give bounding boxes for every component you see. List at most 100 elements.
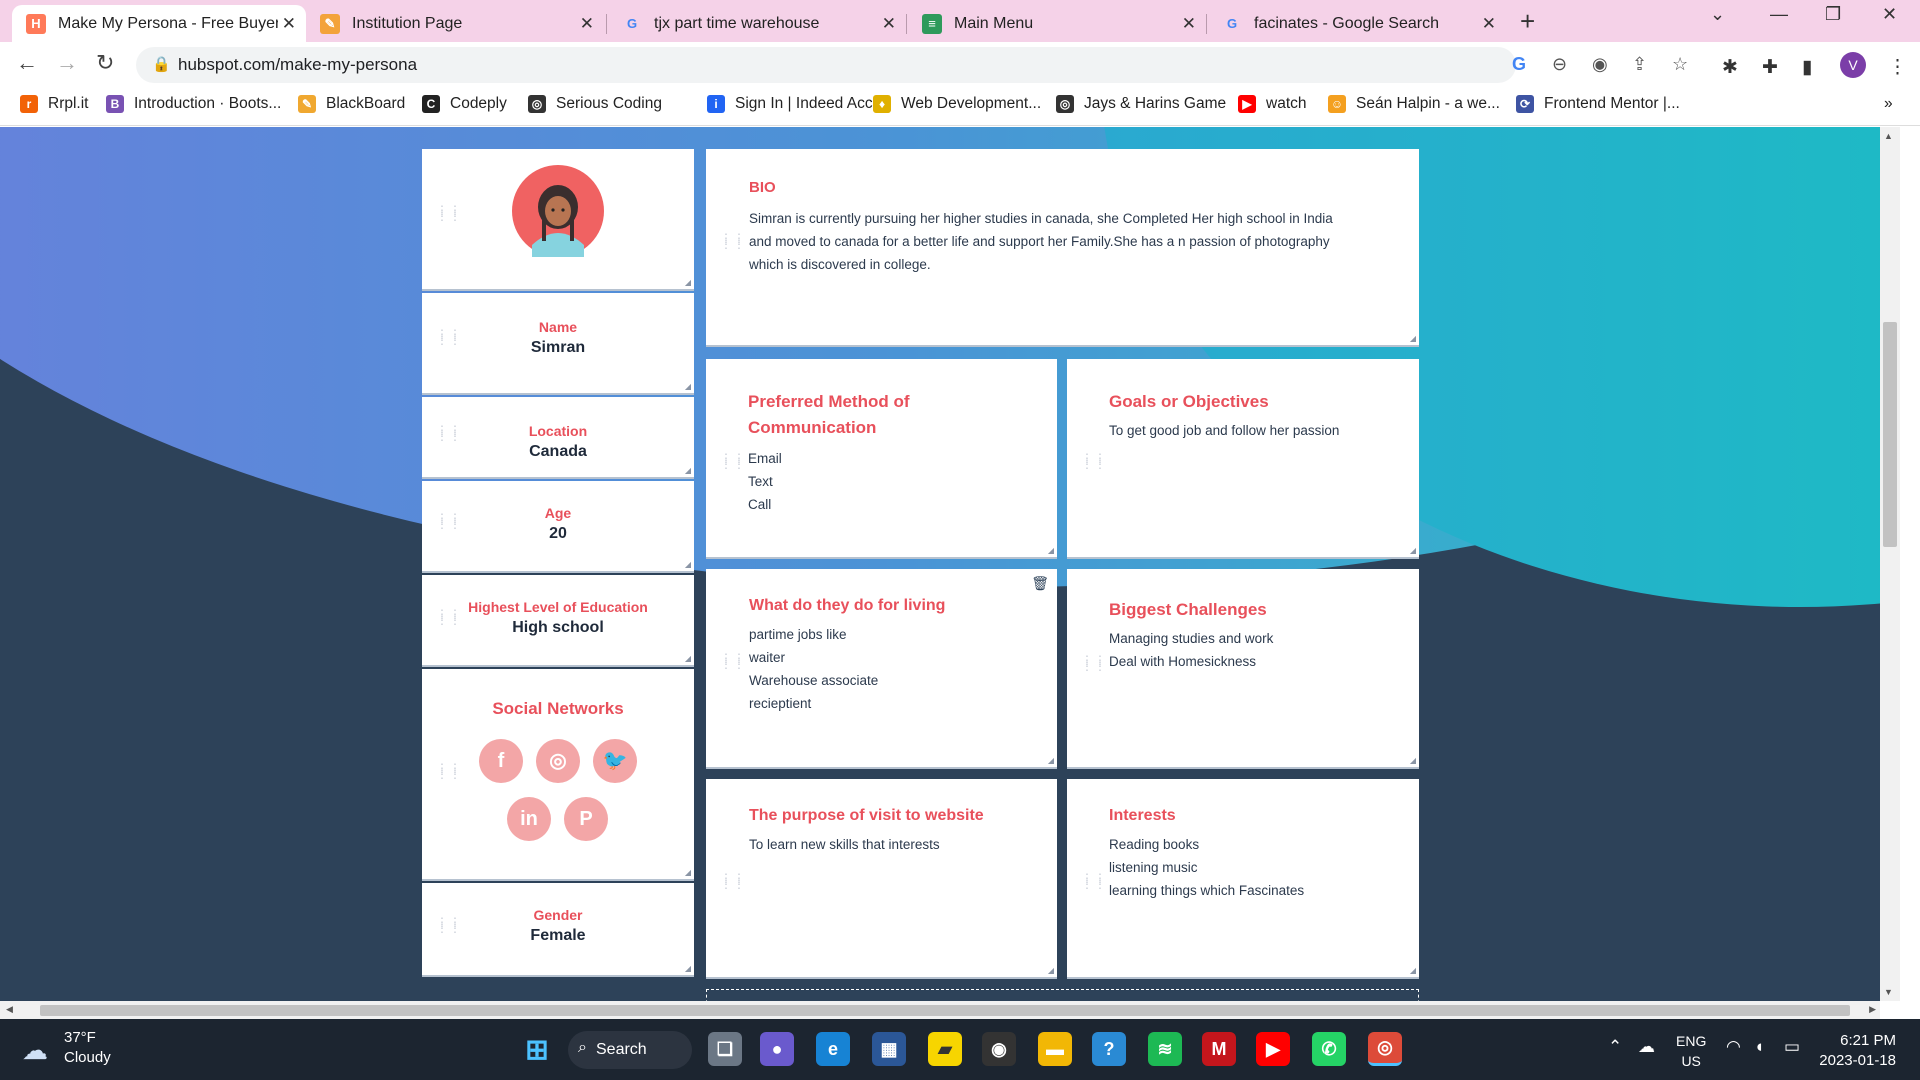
extension-bug-icon[interactable]: ✱: [1722, 56, 1738, 79]
interests-card[interactable]: ⋮⋮ ⋮⋮ Interests Reading books listening m…: [1067, 779, 1419, 979]
bookmark-item[interactable]: ☺ Seán Halpin - a we...: [1328, 95, 1500, 113]
resize-handle-icon[interactable]: ◢: [1410, 334, 1416, 343]
resize-handle-icon[interactable]: ◢: [1048, 546, 1054, 555]
social-networks-card[interactable]: ⋮⋮ ⋮⋮ Social Networks f ◎ 🐦 in P ◢: [422, 669, 694, 881]
onedrive-cloud-icon[interactable]: ☁: [1638, 1037, 1655, 1057]
tab-institution-page[interactable]: ✎ Institution Page ✕: [306, 5, 604, 42]
resize-handle-icon[interactable]: ◢: [1048, 966, 1054, 975]
resize-handle-icon[interactable]: ◢: [685, 466, 691, 475]
drag-handle-icon[interactable]: ⋮⋮ ⋮⋮: [720, 652, 746, 670]
horizontal-scrollbar[interactable]: ◀ ▶: [0, 1001, 1880, 1019]
eye-off-icon[interactable]: ◉: [1592, 54, 1608, 75]
youtube-icon[interactable]: ▶: [1256, 1032, 1290, 1066]
name-value[interactable]: Simran: [422, 339, 694, 357]
url-text[interactable]: hubspot.com/make-my-persona: [178, 55, 417, 75]
communication-list[interactable]: Email Text Call: [748, 447, 1028, 516]
minimize-icon[interactable]: —: [1770, 4, 1788, 25]
close-icon[interactable]: ✕: [282, 14, 296, 34]
close-icon[interactable]: ✕: [1182, 14, 1196, 34]
age-value[interactable]: 20: [422, 525, 694, 543]
trash-icon[interactable]: 🗑: [1031, 575, 1049, 592]
address-bar[interactable]: 🔒 hubspot.com/make-my-persona G ⊖ ◉ ⇪ ☆: [136, 47, 1688, 83]
bookmark-item[interactable]: C Codeply: [422, 95, 507, 113]
close-icon[interactable]: ✕: [1482, 14, 1496, 34]
zoom-icon[interactable]: ⊖: [1552, 54, 1567, 75]
resize-handle-icon[interactable]: ◢: [685, 278, 691, 287]
bookmark-item[interactable]: ◎ Jays & Harins Game: [1056, 95, 1226, 113]
back-arrow-icon[interactable]: ←: [16, 50, 38, 76]
add-section-dropzone[interactable]: [706, 989, 1419, 1001]
wifi-icon[interactable]: ◠: [1726, 1037, 1741, 1057]
gender-card[interactable]: ⋮⋮ ⋮⋮ Gender Female ◢: [422, 883, 694, 977]
bookmark-item[interactable]: ♦ Web Development...: [873, 95, 1041, 113]
location-card[interactable]: ⋮⋮ ⋮⋮ Location Canada ◢: [422, 397, 694, 479]
gender-value[interactable]: Female: [422, 927, 694, 945]
vertical-scrollbar-thumb[interactable]: [1883, 322, 1897, 547]
spotify-icon[interactable]: ≋: [1148, 1032, 1182, 1066]
facebook-icon[interactable]: f: [479, 739, 523, 783]
bookmark-item[interactable]: B Introduction · Boots...: [106, 95, 281, 113]
challenges-list[interactable]: Managing studies and work Deal with Home…: [1109, 627, 1399, 673]
resize-handle-icon[interactable]: ◢: [1410, 756, 1416, 765]
extensions-puzzle-icon[interactable]: ✚: [1762, 56, 1778, 79]
linkedin-icon[interactable]: in: [507, 797, 551, 841]
task-view-icon[interactable]: ❏: [708, 1032, 742, 1066]
resize-handle-icon[interactable]: ◢: [685, 964, 691, 973]
resize-handle-icon[interactable]: ◢: [685, 654, 691, 663]
resize-handle-icon[interactable]: ◢: [685, 560, 691, 569]
twitter-icon[interactable]: 🐦: [593, 739, 637, 783]
resize-handle-icon[interactable]: ◢: [1410, 966, 1416, 975]
forward-arrow-icon[interactable]: →: [56, 50, 78, 76]
more-bookmarks-icon[interactable]: »: [1884, 95, 1893, 113]
more-menu-icon[interactable]: ⋮: [1888, 56, 1907, 79]
bookmark-item[interactable]: r Rrpl.it: [20, 95, 88, 113]
tab-main-menu[interactable]: ≡ Main Menu ✕: [908, 5, 1206, 42]
google-lens-icon[interactable]: G: [1512, 54, 1526, 75]
bookmark-star-icon[interactable]: ☆: [1672, 54, 1688, 75]
lock-icon[interactable]: 🔒: [152, 55, 171, 73]
bookmark-item[interactable]: ▶ watch: [1238, 95, 1307, 113]
vertical-scrollbar[interactable]: ▲ ▼: [1880, 127, 1900, 1001]
goals-text[interactable]: To get good job and follow her passion: [1109, 419, 1399, 442]
chat-icon[interactable]: ●: [760, 1032, 794, 1066]
bio-text[interactable]: Simran is currently pursuing her higher …: [749, 207, 1359, 276]
pinterest-icon[interactable]: P: [564, 797, 608, 841]
resize-handle-icon[interactable]: ◢: [1410, 546, 1416, 555]
windows-start-icon[interactable]: ⊞: [520, 1032, 554, 1066]
drag-handle-icon[interactable]: ⋮⋮ ⋮⋮: [1081, 872, 1107, 890]
bookmark-item[interactable]: ⟳ Frontend Mentor |...: [1516, 95, 1680, 113]
drag-handle-icon[interactable]: ⋮⋮ ⋮⋮: [436, 762, 462, 780]
bookmark-item[interactable]: ✎ BlackBoard: [298, 95, 405, 113]
restore-icon[interactable]: ❐: [1825, 4, 1841, 25]
edge-icon[interactable]: e: [816, 1032, 850, 1066]
resize-handle-icon[interactable]: ◢: [1048, 756, 1054, 765]
goals-card[interactable]: ⋮⋮ ⋮⋮ Goals or Objectives To get good job…: [1067, 359, 1419, 559]
sticky-notes-icon[interactable]: ▰: [928, 1032, 962, 1066]
github-icon[interactable]: ◉: [982, 1032, 1016, 1066]
persona-avatar[interactable]: [512, 165, 604, 257]
challenges-card[interactable]: ⋮⋮ ⋮⋮ Biggest Challenges Managing studies…: [1067, 569, 1419, 769]
location-value[interactable]: Canada: [422, 443, 694, 461]
close-icon[interactable]: ✕: [882, 14, 896, 34]
whatsapp-icon[interactable]: ✆: [1312, 1032, 1346, 1066]
chrome-icon[interactable]: ◎: [1368, 1032, 1402, 1066]
purpose-card[interactable]: ⋮⋮ ⋮⋮ The purpose of visit to website To …: [706, 779, 1057, 979]
drag-handle-icon[interactable]: ⋮⋮ ⋮⋮: [720, 232, 746, 250]
living-list[interactable]: partime jobs like waiter Warehouse assoc…: [749, 623, 1029, 715]
resize-handle-icon[interactable]: ◢: [685, 382, 691, 391]
drag-handle-icon[interactable]: ⋮⋮ ⋮⋮: [436, 328, 462, 346]
tab-make-my-persona[interactable]: H Make My Persona - Free Buyer Pe ✕: [12, 5, 306, 42]
tab-facinates-search[interactable]: G facinates - Google Search ✕: [1208, 5, 1506, 42]
instagram-icon[interactable]: ◎: [536, 739, 580, 783]
drag-handle-icon[interactable]: ⋮⋮ ⋮⋮: [1081, 452, 1107, 470]
file-explorer-icon[interactable]: ▬: [1038, 1032, 1072, 1066]
language-indicator[interactable]: ENG US: [1676, 1031, 1706, 1071]
store-icon[interactable]: ▦: [872, 1032, 906, 1066]
reload-icon[interactable]: ↻: [96, 50, 114, 76]
close-icon[interactable]: ✕: [580, 14, 594, 34]
drag-handle-icon[interactable]: ⋮⋮ ⋮⋮: [436, 608, 462, 626]
bookmark-item[interactable]: ◎ Serious Coding: [528, 95, 662, 113]
drag-handle-icon[interactable]: ⋮⋮ ⋮⋮: [436, 512, 462, 530]
volume-icon[interactable]: ◖: [1754, 1037, 1764, 1057]
scroll-right-icon[interactable]: ▶: [1869, 1004, 1876, 1015]
